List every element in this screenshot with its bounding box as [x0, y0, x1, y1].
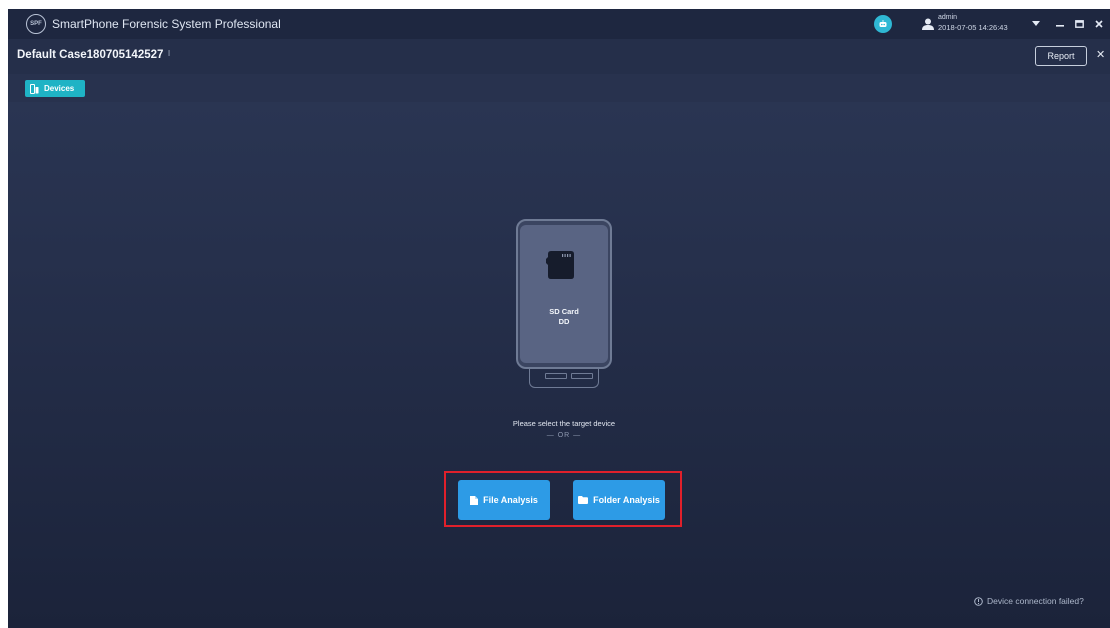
app-window: SPF SmartPhone Forensic System Professio… [8, 9, 1110, 628]
select-device-prompt: Please select the target device [512, 419, 616, 428]
maximize-button[interactable] [1070, 15, 1088, 33]
device-connection-failed-label: Device connection failed? [987, 596, 1084, 606]
title-bar: SPF SmartPhone Forensic System Professio… [8, 9, 1110, 39]
caret-down-icon [1032, 21, 1040, 26]
folder-analysis-button[interactable]: Folder Analysis [573, 480, 665, 520]
sd-card-device[interactable] [520, 225, 608, 363]
restore-icon [1074, 20, 1084, 28]
tab-devices[interactable]: Devices [25, 80, 85, 97]
file-analysis-button[interactable]: File Analysis [458, 480, 550, 520]
tab-devices-label: Devices [44, 84, 75, 93]
case-edit-icon[interactable]: ǀ [168, 49, 170, 58]
devices-icon [30, 83, 39, 94]
close-case-icon[interactable]: ✕ [1096, 48, 1105, 61]
tab-strip [8, 74, 1110, 102]
folder-icon [578, 496, 589, 504]
device-label-mode: DD [558, 317, 570, 326]
login-time: 2018-07-05 14:26:43 [938, 23, 1008, 32]
report-button[interactable]: Report [1035, 46, 1087, 66]
app-logo-icon: SPF [26, 14, 46, 34]
user-icon[interactable] [921, 17, 935, 31]
assistant-robot-icon[interactable] [874, 15, 892, 33]
device-port-right [571, 373, 593, 379]
folder-analysis-label: Folder Analysis [593, 495, 660, 505]
device-port-left [545, 373, 567, 379]
file-icon [470, 495, 479, 505]
device-label-type: SD Card [549, 307, 579, 316]
sd-card-icon [546, 251, 574, 279]
user-name: admin [938, 14, 958, 21]
minimize-button[interactable] [1051, 15, 1069, 33]
case-title[interactable]: Default Case180705142527 [17, 49, 163, 61]
device-connection-failed-link[interactable]: Device connection failed? [974, 596, 1084, 606]
info-circle-icon [974, 596, 983, 606]
close-button[interactable] [1090, 15, 1108, 33]
menu-dropdown-button[interactable] [1027, 15, 1045, 33]
or-separator: — OR — [546, 432, 582, 439]
case-bar: Default Case180705142527 ǀ Report ✕ [8, 39, 1110, 74]
minimize-icon [1056, 25, 1064, 27]
app-title: SmartPhone Forensic System Professional [52, 17, 281, 31]
file-analysis-label: File Analysis [483, 495, 538, 505]
close-icon [1095, 20, 1103, 28]
